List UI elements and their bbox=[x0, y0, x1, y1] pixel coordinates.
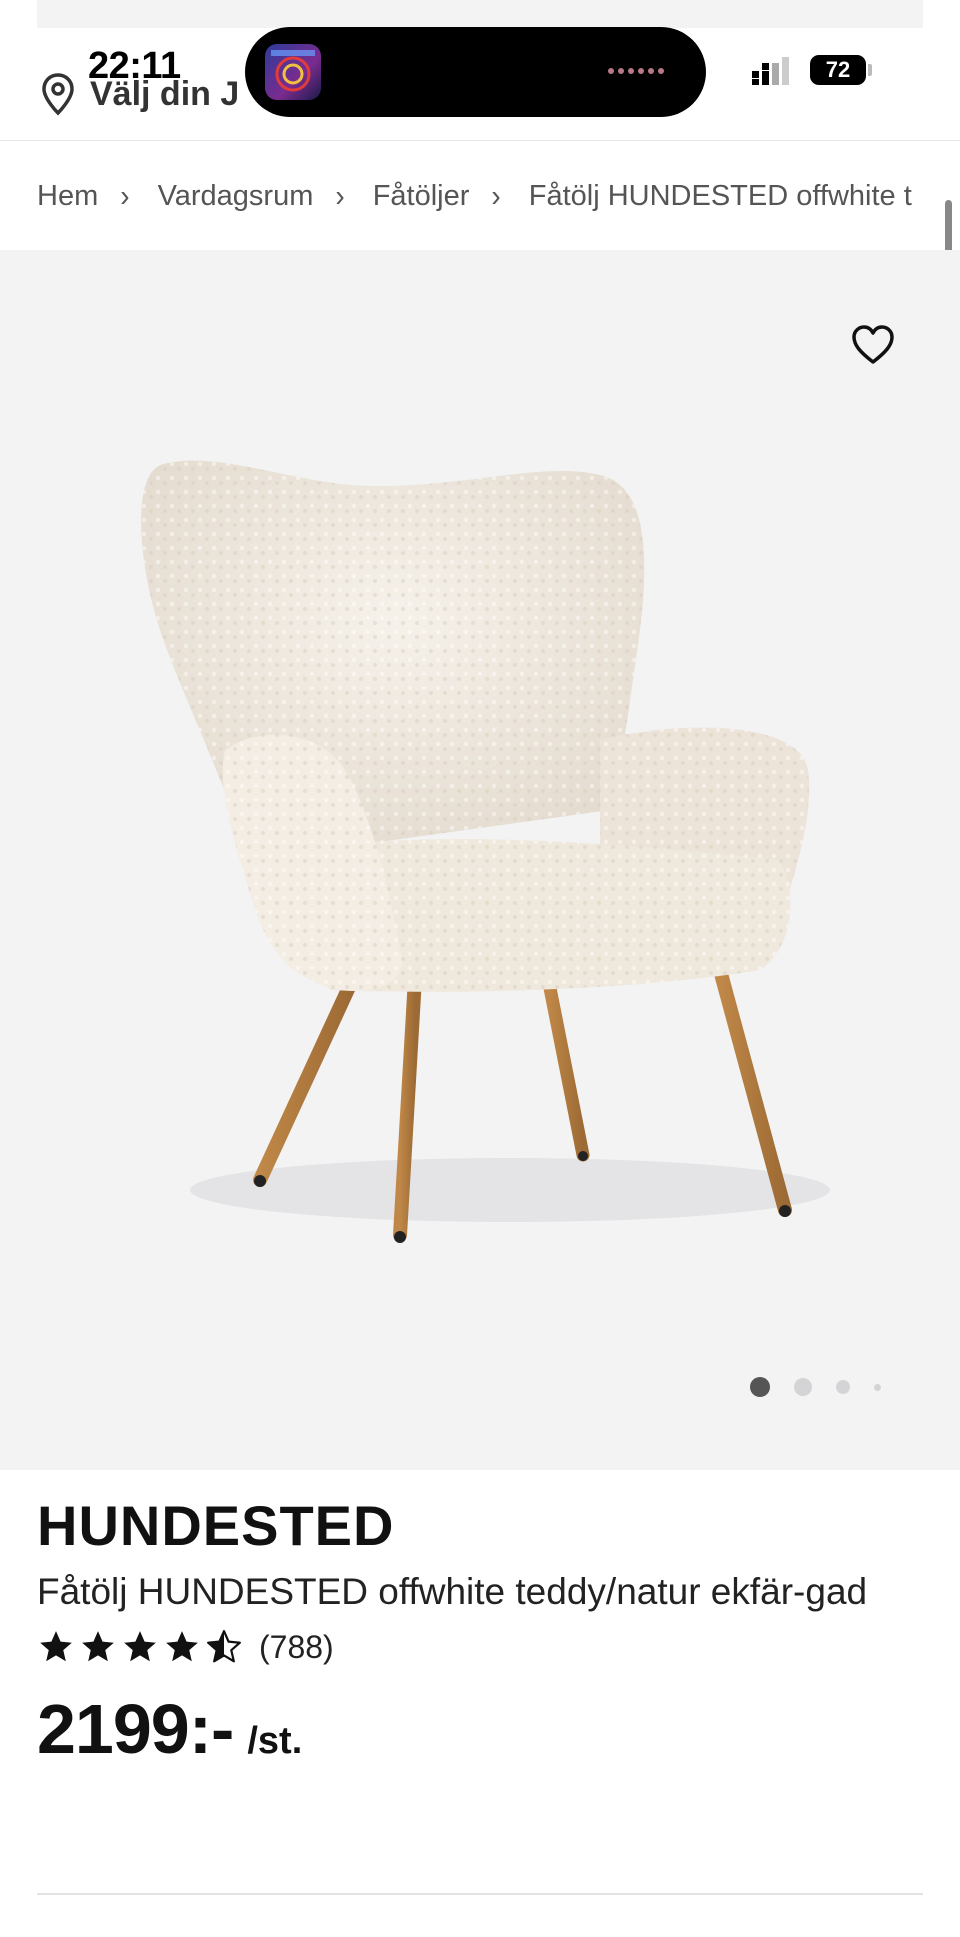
rating-stars bbox=[37, 1628, 243, 1666]
cellular-signal-icon bbox=[752, 55, 800, 85]
breadcrumb-item-current: Fåtölj HUNDESTED offwhite t bbox=[528, 179, 912, 212]
star-filled-icon bbox=[166, 1631, 198, 1662]
pagination-dot[interactable] bbox=[794, 1378, 812, 1396]
pagination-dot-active[interactable] bbox=[750, 1377, 770, 1397]
heart-icon[interactable] bbox=[850, 322, 896, 368]
breadcrumb-item-home[interactable]: Hem bbox=[37, 180, 98, 213]
section-divider bbox=[37, 1893, 923, 1895]
star-filled-icon bbox=[40, 1631, 72, 1662]
product-info: HUNDESTED Fåtölj HUNDESTED offwhite tedd… bbox=[37, 1495, 917, 1769]
battery-indicator: 72 bbox=[810, 55, 866, 85]
product-rating[interactable]: (788) bbox=[37, 1623, 917, 1671]
star-half-icon bbox=[207, 1630, 241, 1663]
top-strip bbox=[37, 0, 923, 28]
star-filled-icon bbox=[82, 1631, 114, 1662]
breadcrumb-separator: › bbox=[491, 178, 501, 213]
breadcrumb-item-armchairs[interactable]: Fåtöljer bbox=[373, 180, 470, 213]
breadcrumb: Hem › Vardagsrum › Fåtöljer › Fåtölj HUN… bbox=[37, 172, 927, 220]
gallery-pagination[interactable] bbox=[750, 1377, 881, 1397]
audio-activity-icon bbox=[608, 68, 664, 74]
price-row: 2199:- /st. bbox=[37, 1689, 917, 1769]
armchair-image bbox=[141, 460, 830, 1243]
product-image-gallery[interactable] bbox=[0, 250, 960, 1470]
pagination-dot[interactable] bbox=[836, 1380, 850, 1394]
pagination-dot[interactable] bbox=[874, 1383, 881, 1391]
location-pin-icon bbox=[42, 73, 74, 116]
breadcrumb-separator: › bbox=[335, 178, 345, 213]
now-playing-app-icon[interactable] bbox=[265, 44, 321, 100]
breadcrumb-item-living-room[interactable]: Vardagsrum bbox=[158, 180, 314, 213]
star-filled-icon bbox=[124, 1631, 156, 1662]
dynamic-island[interactable] bbox=[245, 27, 706, 117]
breadcrumb-separator: › bbox=[120, 178, 130, 213]
product-price: 2199:- bbox=[37, 1690, 234, 1768]
battery-tip bbox=[868, 64, 872, 76]
product-name: Fåtölj HUNDESTED offwhite teddy/natur ek… bbox=[37, 1571, 868, 1612]
status-time: 22:11 bbox=[88, 45, 181, 87]
review-count[interactable]: (788) bbox=[259, 1629, 334, 1666]
price-unit: /st. bbox=[247, 1720, 303, 1762]
product-brand: HUNDESTED bbox=[37, 1494, 395, 1557]
